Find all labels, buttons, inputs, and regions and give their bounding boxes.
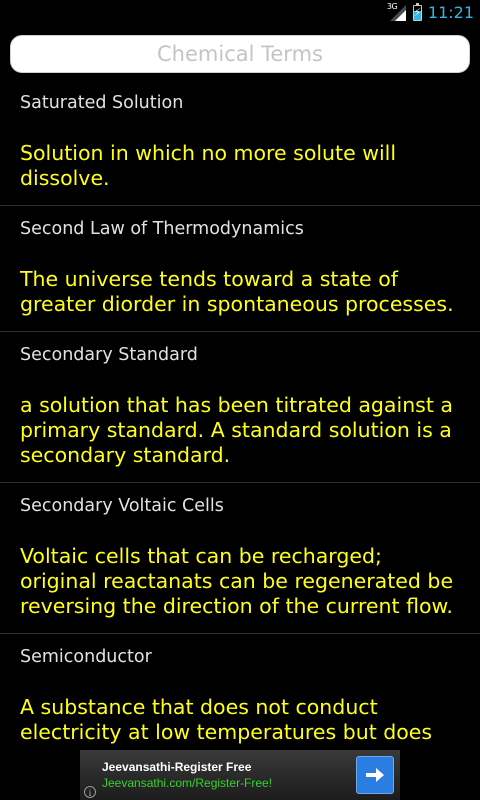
ad-title[interactable]: Jeevansathi-Register Free	[102, 760, 251, 774]
search-input[interactable]	[11, 36, 469, 72]
info-icon[interactable]: i	[84, 786, 96, 798]
term-definition: A substance that does not conduct electr…	[20, 695, 433, 750]
status-clock: 11:21	[427, 3, 474, 22]
list-item[interactable]: Secondary Voltaic Cells Voltaic cells th…	[0, 483, 480, 634]
term-definition: a solution that has been titrated agains…	[20, 393, 453, 467]
term-title: Semiconductor	[20, 647, 152, 667]
term-title: Secondary Standard	[20, 345, 198, 365]
search-box[interactable]	[10, 35, 470, 73]
list-item[interactable]: Semiconductor A substance that does not …	[0, 634, 480, 750]
arrow-right-icon[interactable]	[356, 756, 394, 794]
term-title: Second Law of Thermodynamics	[20, 219, 304, 239]
signal-strength-icon: 3G	[386, 1, 407, 22]
term-definition: Solution in which no more solute will di…	[20, 141, 397, 190]
list-item[interactable]: Second Law of Thermodynamics The univers…	[0, 206, 480, 332]
battery-charging-icon: ⚡	[412, 2, 422, 21]
status-indicators: 3G ⚡ 11:21	[387, 0, 474, 25]
term-title: Saturated Solution	[20, 93, 184, 113]
term-definition: Voltaic cells that can be recharged; ori…	[20, 544, 454, 618]
ad-banner[interactable]: Jeevansathi-Register Free Jeevansathi.co…	[80, 750, 400, 800]
terms-list[interactable]: Saturated Solution Solution in which no …	[0, 80, 480, 750]
ad-url[interactable]: Jeevansathi.com/Register-Free!	[102, 776, 272, 790]
list-item[interactable]: Secondary Standard a solution that has b…	[0, 332, 480, 483]
term-title: Secondary Voltaic Cells	[20, 496, 224, 516]
list-item[interactable]: Saturated Solution Solution in which no …	[0, 80, 480, 206]
status-bar: 3G ⚡ 11:21	[0, 0, 480, 25]
term-definition: The universe tends toward a state of gre…	[20, 267, 454, 316]
network-type-label: 3G	[386, 1, 398, 11]
